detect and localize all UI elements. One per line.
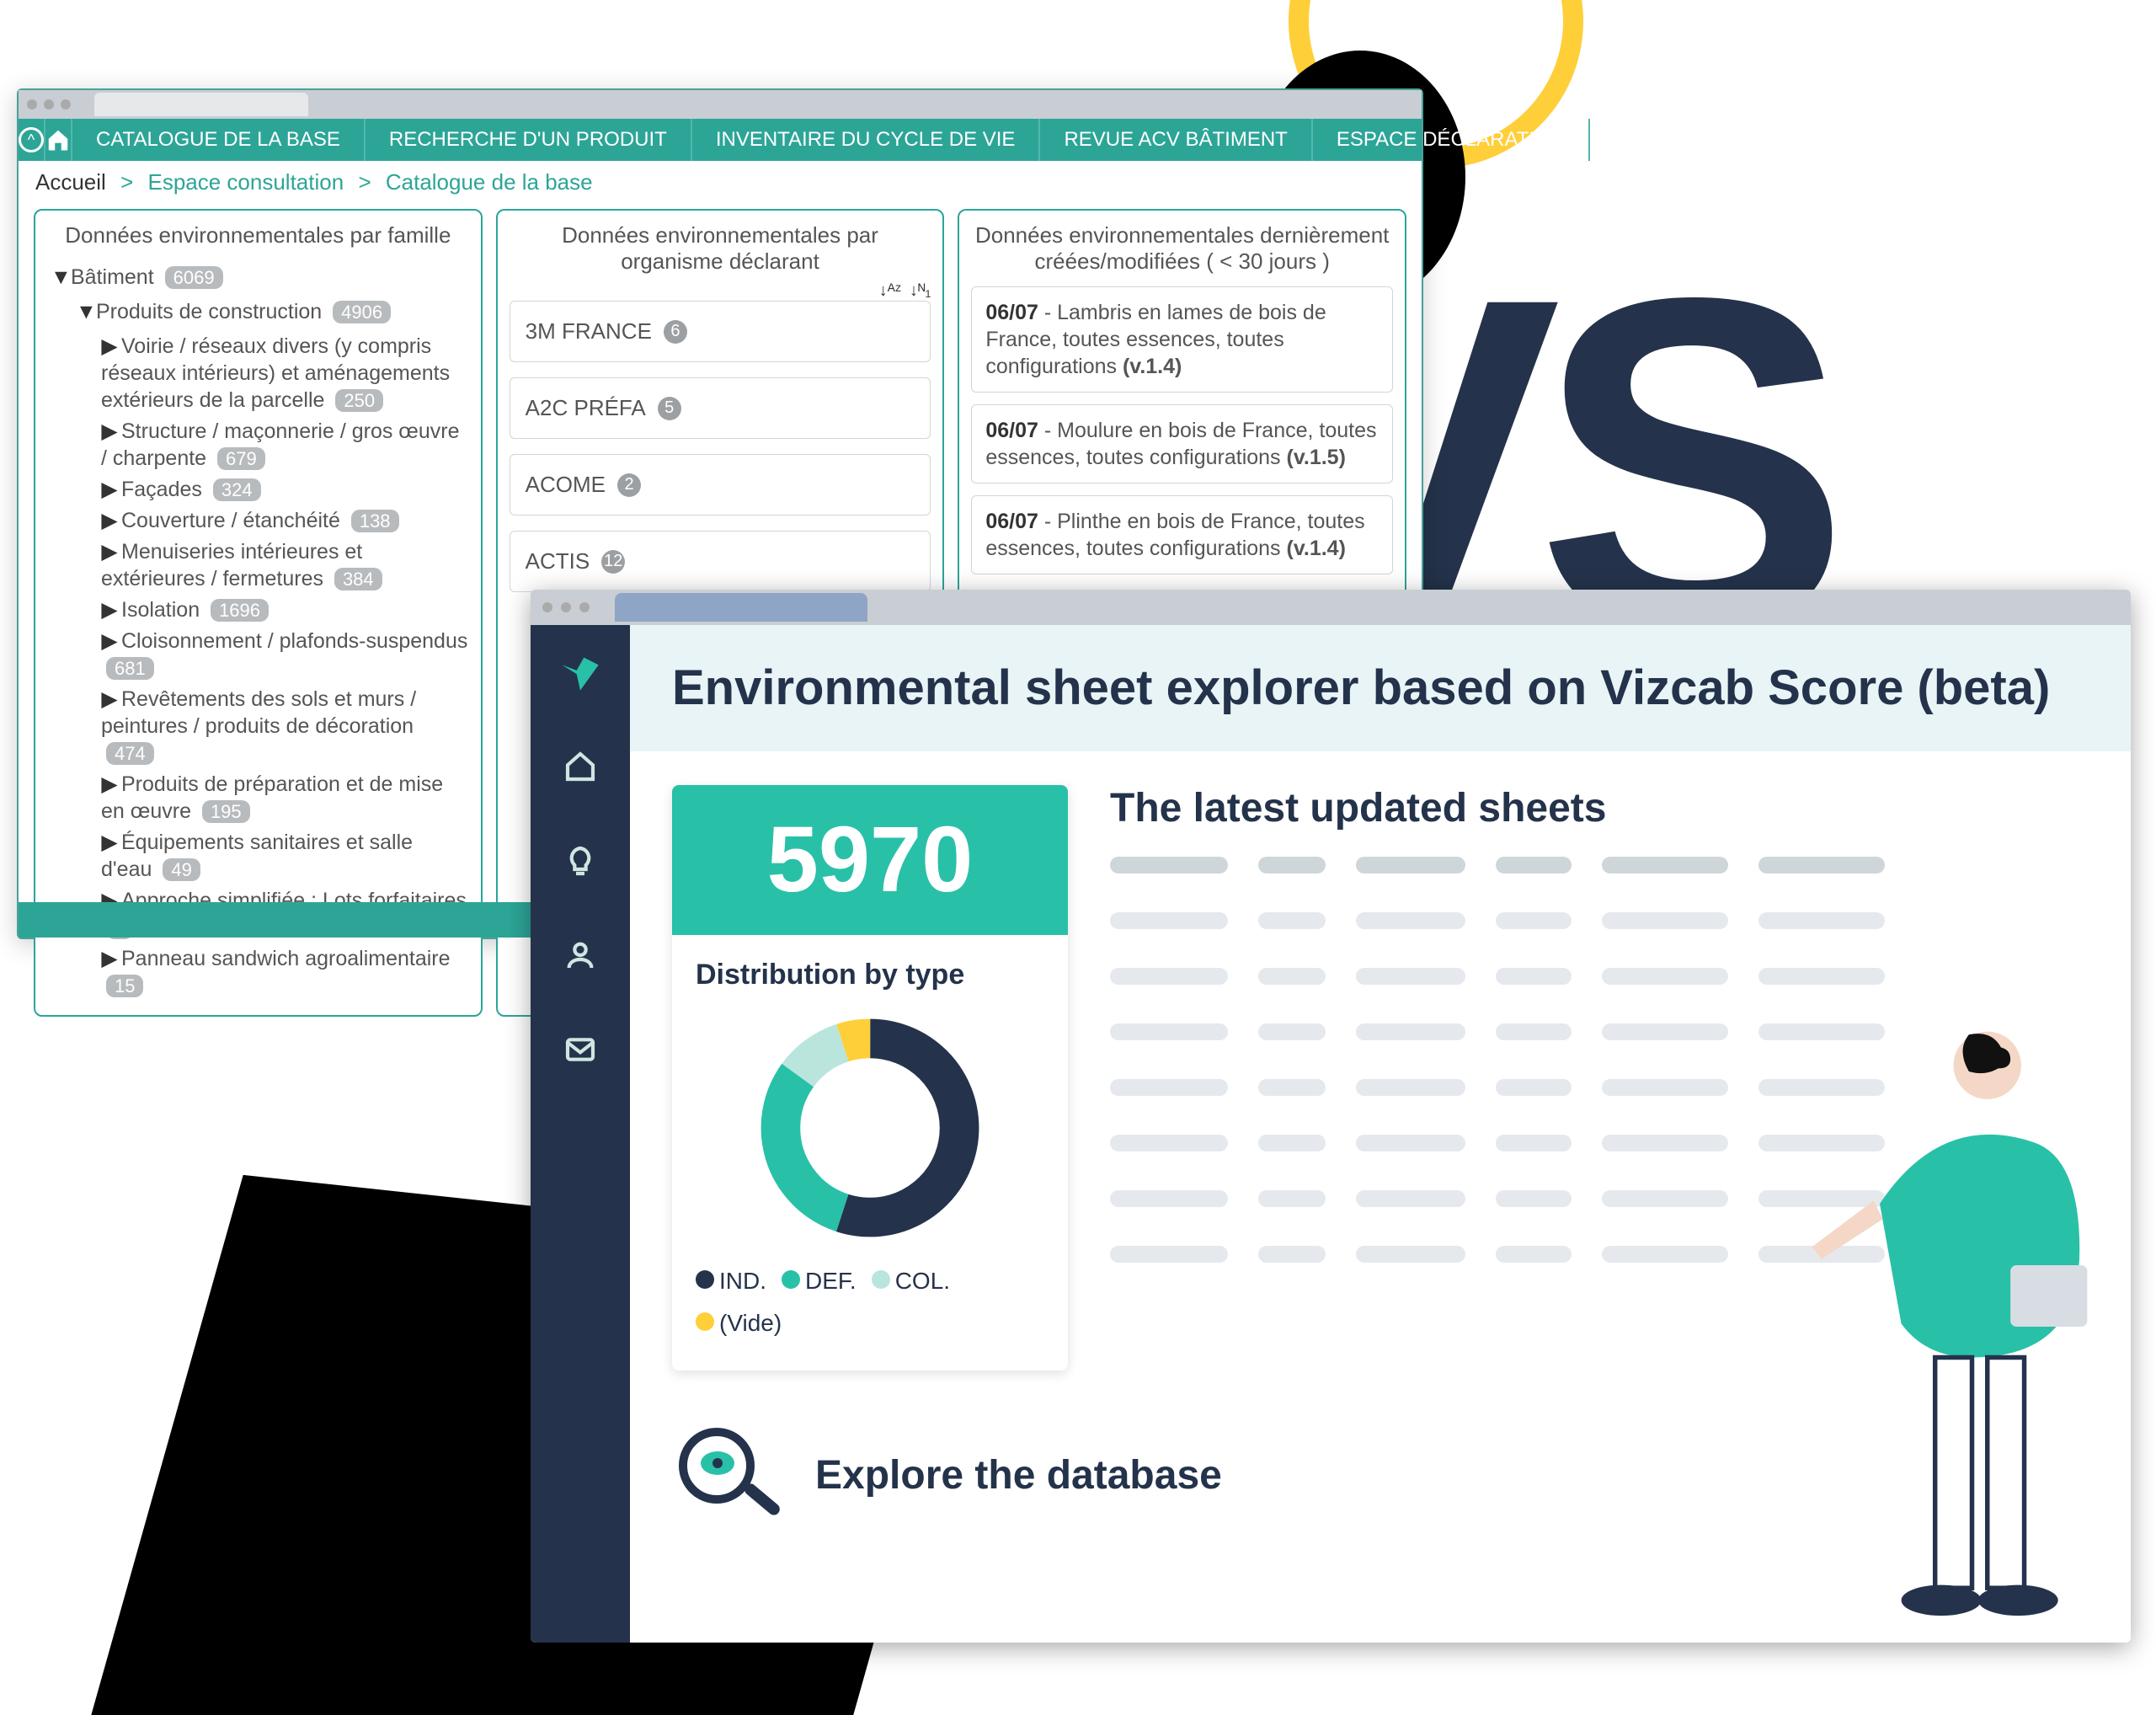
caret-down-icon: ▼ [76, 295, 93, 329]
tree-item[interactable]: ▶Revêtements des sols et murs / peinture… [101, 686, 469, 767]
legend-item: IND. [696, 1268, 766, 1295]
table-row [1110, 912, 2089, 929]
distribution-title: Distribution by type [696, 959, 1044, 991]
caret-right-icon: ▶ [101, 418, 118, 445]
tree-item[interactable]: ▶Voirie / réseaux divers (y compris rése… [101, 333, 469, 414]
maximize-icon[interactable] [61, 99, 71, 110]
sidebar-mail[interactable] [558, 1028, 602, 1071]
tree-item[interactable]: ▶Équipements sanitaires et salle d'eau 4… [101, 829, 469, 884]
table-row [1110, 968, 2089, 985]
latest-title: The latest updated sheets [1110, 785, 2089, 831]
caret-right-icon: ▶ [101, 507, 118, 534]
recent-item[interactable]: 06/07 - Lambris en lames de bois de Fran… [971, 286, 1393, 393]
breadcrumb-mid[interactable]: Espace consultation [147, 169, 344, 195]
browser-tab[interactable] [94, 93, 308, 116]
tree-item[interactable]: ▶Structure / maçonnerie / gros œuvre / c… [101, 418, 469, 473]
close-icon[interactable] [27, 99, 37, 110]
explore-icon [672, 1421, 782, 1531]
page-banner: Environmental sheet explorer based on Vi… [630, 625, 2131, 751]
tree-item[interactable]: ▶Produits de préparation et de mise en œ… [101, 771, 469, 825]
sort-count-icon[interactable]: ↓ᴺ₁ [910, 281, 931, 301]
caret-right-icon: ▶ [101, 538, 118, 565]
breadcrumb-sep: > [120, 169, 133, 195]
org-item[interactable]: ACTIS12 [510, 531, 931, 592]
sidebar-ideas[interactable] [558, 839, 602, 883]
caret-right-icon: ▶ [101, 333, 118, 360]
vizcab-sidebar [531, 625, 630, 1643]
tree-item[interactable]: ▶Cloisonnement / plafonds-suspendus 681 [101, 628, 469, 682]
breadcrumb: Accueil > Espace consultation > Catalogu… [19, 161, 1422, 204]
browser-tabbar [19, 90, 1422, 119]
caret-right-icon: ▶ [101, 596, 118, 623]
tree-root[interactable]: ▼Bâtiment 6069 ▼Produits de construction… [51, 260, 469, 1000]
caret-right-icon: ▶ [101, 829, 118, 856]
caret-right-icon: ▶ [101, 771, 118, 798]
nav-home-button[interactable] [45, 119, 72, 161]
panel-family: Données environnementales par famille ▼B… [34, 209, 483, 1017]
arrow-up-icon: ^ [19, 127, 44, 152]
legend-item: COL. [872, 1268, 950, 1295]
caret-right-icon: ▶ [101, 476, 118, 503]
tree-item[interactable]: ▶Isolation 1696 [101, 596, 469, 624]
tree-item[interactable]: ▶Couverture / étanchéité 138 [101, 507, 469, 535]
nav-item-revue[interactable]: REVUE ACV BÂTIMENT [1040, 119, 1312, 161]
nav-item-catalogue[interactable]: CATALOGUE DE LA BASE [72, 119, 366, 161]
page-title: Environmental sheet explorer based on Vi… [672, 659, 2089, 718]
sidebar-home[interactable] [558, 745, 602, 788]
close-icon[interactable] [542, 602, 552, 612]
nav-item-inventaire[interactable]: INVENTAIRE DU CYCLE DE VIE [692, 119, 1041, 161]
caret-right-icon: ▶ [101, 628, 118, 654]
maximize-icon[interactable] [579, 602, 590, 612]
panel-org-title: Données environnementales par organisme … [510, 222, 931, 275]
org-item[interactable]: ACOME2 [510, 454, 931, 516]
legend-item: (Vide) [696, 1310, 782, 1337]
table-row [1110, 857, 2089, 874]
home-icon [45, 127, 71, 152]
kpi-card: 5970 Distribution by type IND. DEF. COL. (V… [672, 785, 1068, 1370]
breadcrumb-home[interactable]: Accueil [35, 169, 106, 195]
family-tree: ▼Bâtiment 6069 ▼Produits de construction… [47, 260, 469, 1000]
recent-item[interactable]: 06/07 - Plinthe en bois de France, toute… [971, 495, 1393, 574]
browser-tabbar [531, 590, 2131, 625]
sidebar-logo[interactable] [558, 650, 602, 694]
nav-item-recherche[interactable]: RECHERCHE D'UN PRODUIT [366, 119, 692, 161]
nav-logo-button[interactable]: ^ [19, 119, 45, 161]
panel-family-title: Données environnementales par famille [47, 222, 469, 248]
chart-legend: IND. DEF. COL. (Vide) [696, 1268, 1044, 1337]
lightbulb-icon [563, 844, 597, 878]
panel-recent-title: Données environnementales dernièrement c… [971, 222, 1393, 275]
vizcab-window: Environmental sheet explorer based on Vi… [531, 590, 2131, 1643]
tree-l2[interactable]: ▼Produits de construction 4906 ▶Voirie /… [76, 295, 469, 1000]
caret-right-icon: ▶ [101, 686, 118, 713]
tree-item[interactable]: ▶Façades 324 [101, 476, 469, 504]
minimize-icon[interactable] [561, 602, 571, 612]
bird-icon [558, 647, 602, 697]
caret-down-icon: ▼ [51, 260, 67, 294]
vizcab-main: Environmental sheet explorer based on Vi… [630, 625, 2131, 1643]
person-illustration [1785, 1019, 2097, 1634]
org-item[interactable]: A2C PRÉFA5 [510, 377, 931, 439]
caret-right-icon: ▶ [101, 945, 118, 972]
breadcrumb-sep: > [358, 169, 371, 195]
recent-item[interactable]: 06/07 - Moulure en bois de France, toute… [971, 404, 1393, 484]
sidebar-profile[interactable] [558, 933, 602, 977]
browser-tab[interactable] [615, 593, 867, 622]
tree-item[interactable]: ▶Panneau sandwich agroalimentaire 15 [101, 945, 469, 1000]
main-nav: ^ CATALOGUE DE LA BASE RECHERCHE D'UN PR… [19, 119, 1422, 161]
tree-item[interactable]: ▶Menuiseries intérieures et extérieures … [101, 538, 469, 593]
kpi-value: 5970 [672, 785, 1068, 935]
user-icon [563, 938, 597, 972]
donut-chart [696, 1010, 1044, 1246]
org-item[interactable]: 3M FRANCE6 [510, 301, 931, 362]
mail-icon [563, 1033, 597, 1066]
legend-item: DEF. [782, 1268, 857, 1295]
sort-az-icon[interactable]: ↓ᴬᶻ [879, 281, 901, 301]
explore-title: Explore the database [815, 1452, 1222, 1499]
home-icon [563, 750, 597, 783]
breadcrumb-last[interactable]: Catalogue de la base [386, 169, 593, 195]
minimize-icon[interactable] [44, 99, 54, 110]
nav-item-declaration[interactable]: ESPACE DÉCLARATION [1313, 119, 1590, 161]
